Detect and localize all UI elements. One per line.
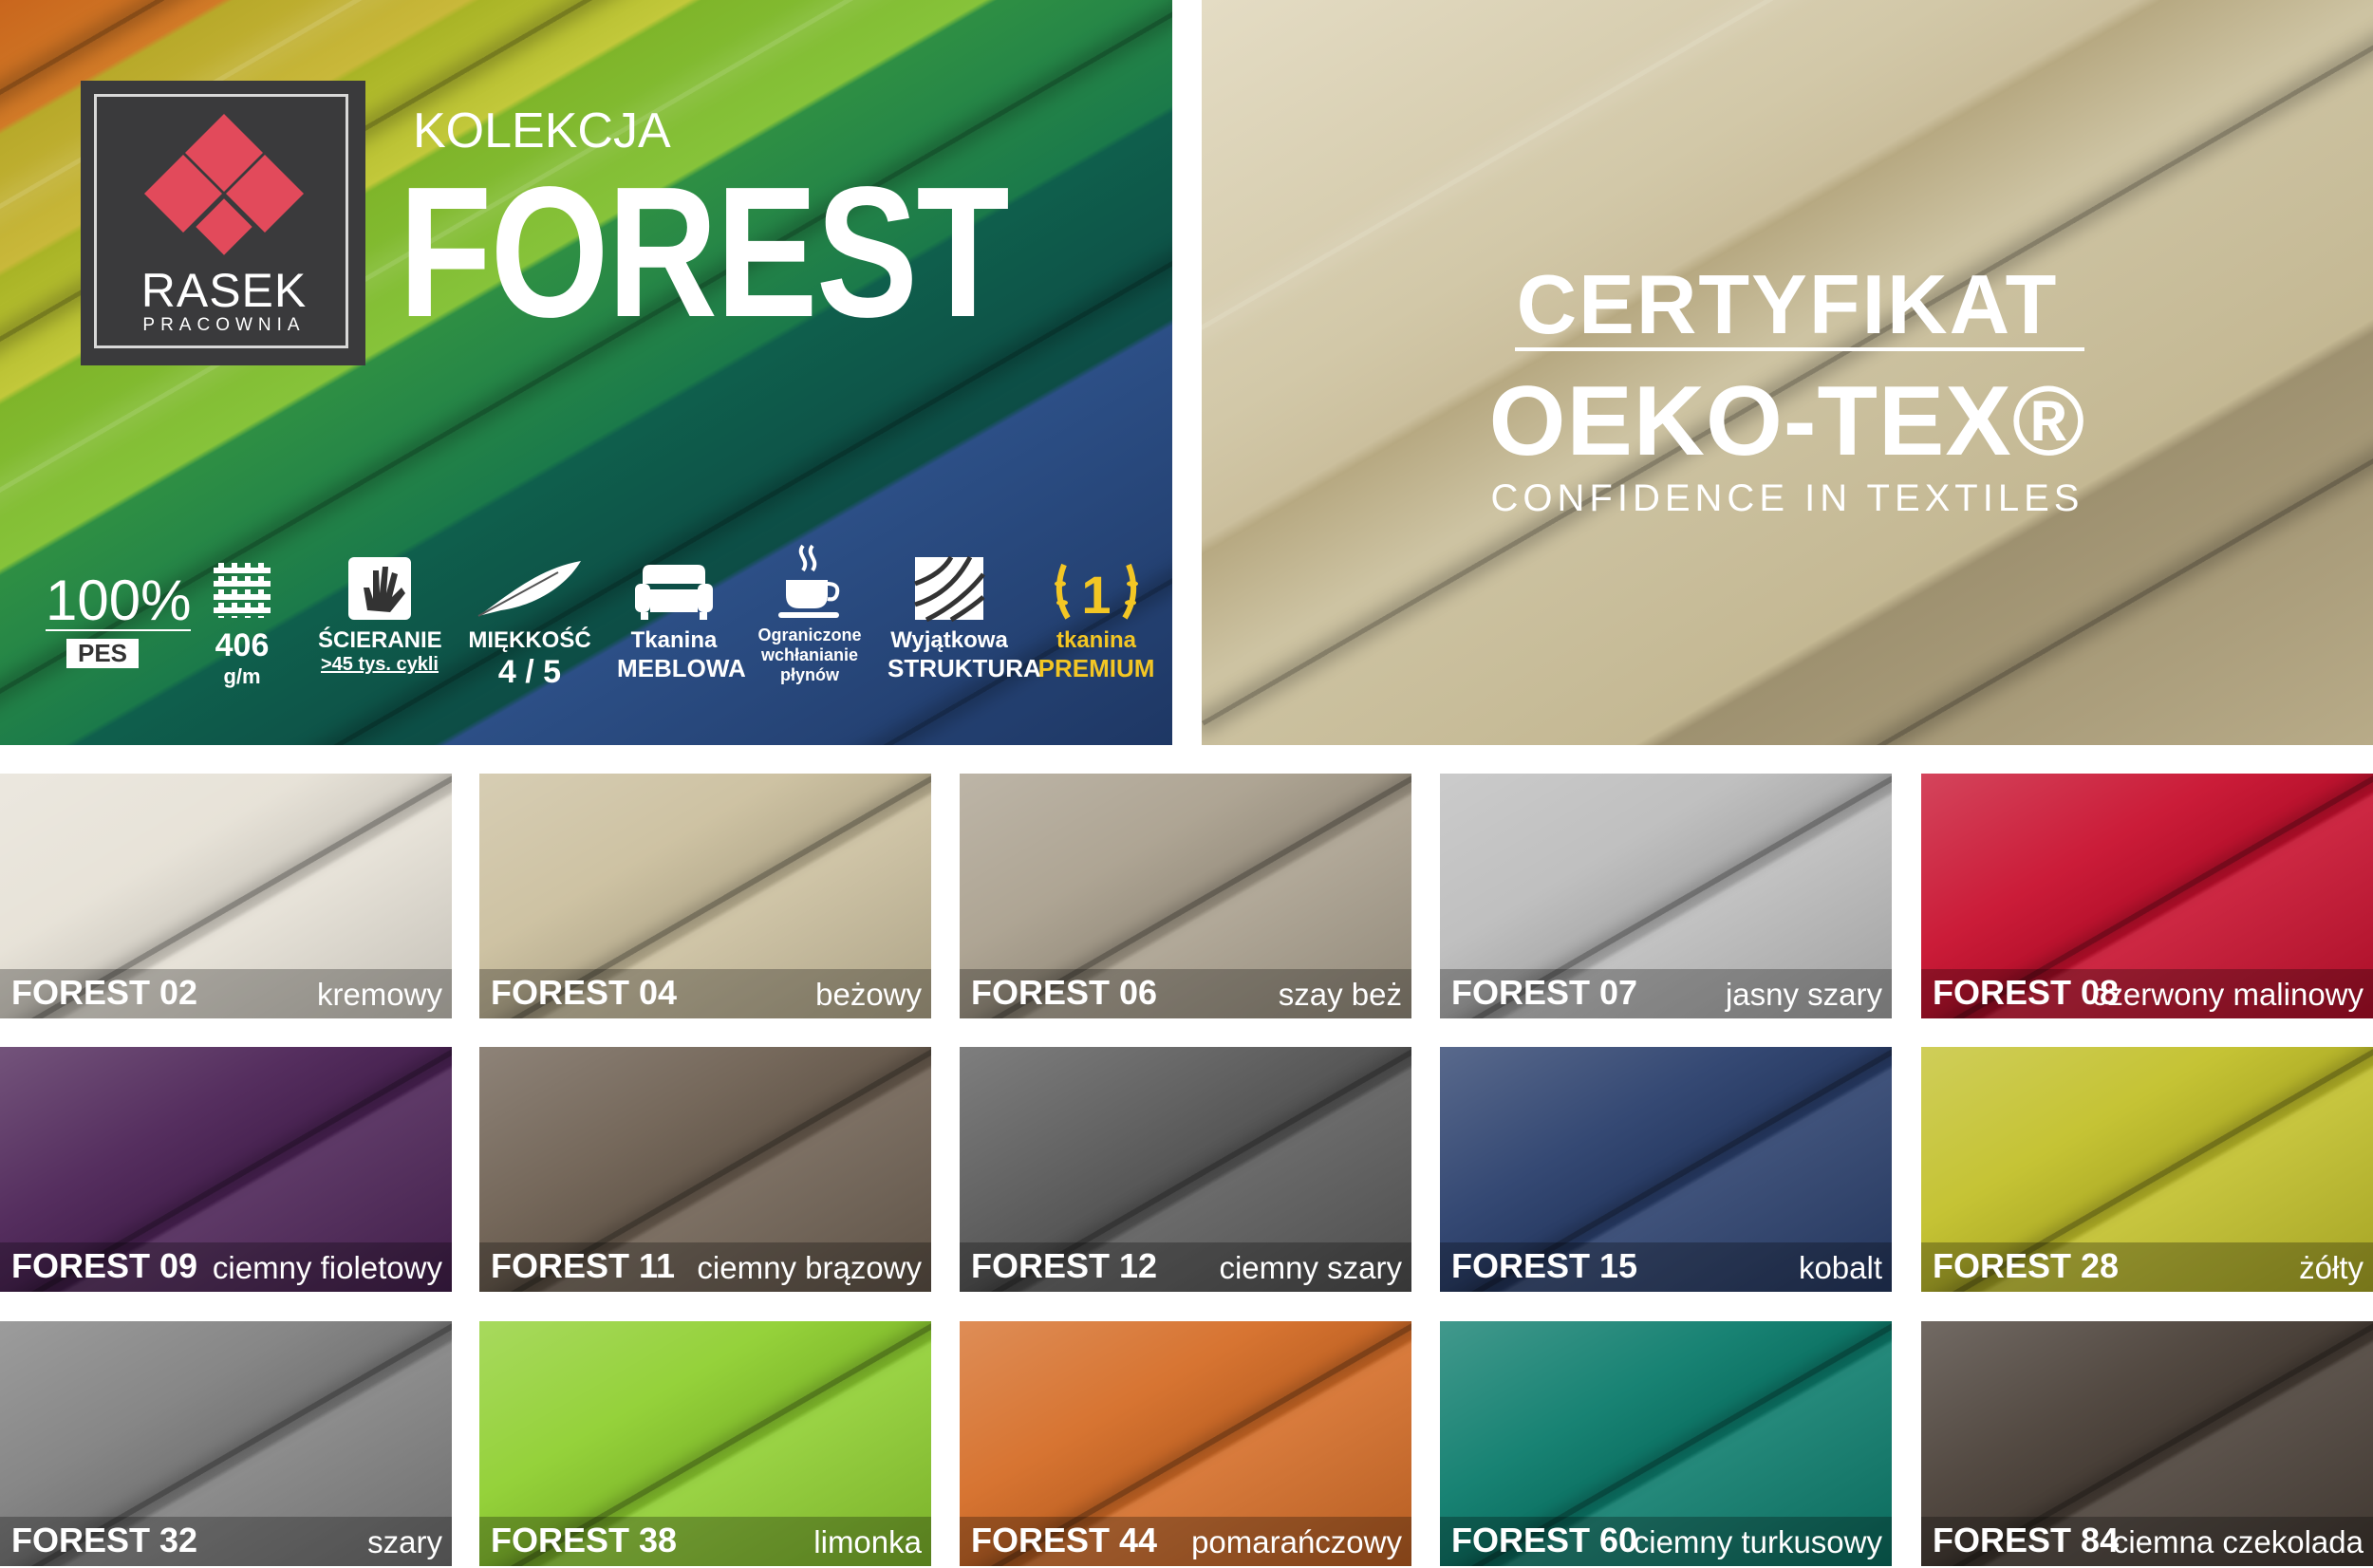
feature-softness-label: MIĘKKOŚĆ (468, 627, 591, 653)
feature-liquid: Ograniczone wchłanianie płynów (753, 544, 867, 685)
swatch-code: FOREST 02 (11, 973, 198, 1012)
swatch-color-name: beżowy (815, 977, 922, 1012)
brand-subtitle: PRACOWNIA (142, 315, 306, 335)
feature-premium-line1: tkanina (1056, 627, 1137, 653)
swatch-code: FOREST 08 (1933, 973, 2120, 1012)
premium-badge-number: 1 (1081, 565, 1112, 625)
feature-structure-line1: Wyjątkowa (890, 627, 1008, 653)
swatch-card[interactable]: FOREST 15 kobalt (1440, 1047, 1892, 1292)
swatch-code: FOREST 12 (971, 1246, 1158, 1285)
certificate-name: OEKO-TEX® (1488, 366, 2086, 476)
swatch-card[interactable]: FOREST 09 ciemny fioletowy (0, 1047, 452, 1292)
swatch-code: FOREST 84 (1933, 1521, 2120, 1559)
swatch-color-name: żółty (2299, 1250, 2364, 1285)
swatch-card[interactable]: FOREST 04 beżowy (479, 774, 931, 1018)
brand-name: RASEK (140, 264, 308, 317)
feature-premium: 1 tkanina PREMIUM (1035, 555, 1158, 683)
feature-liquid-line2: wchłanianie (760, 645, 859, 664)
feature-softness-value: 4 / 5 (497, 654, 562, 690)
swatch-color-name: ciemna czekolada (2112, 1524, 2364, 1559)
swatch-card[interactable]: FOREST 38 limonka (479, 1321, 931, 1566)
swatch-color-name: szay beż (1278, 977, 1402, 1012)
swatch-card[interactable]: FOREST 60 ciemny turkusowy (1440, 1321, 1892, 1566)
swatch-card[interactable]: FOREST 08 czerwony malinowy (1921, 774, 2373, 1018)
swatch-code: FOREST 15 (1451, 1246, 1638, 1285)
feature-weight-unit: g/m (223, 664, 261, 688)
feature-weight: 406 g/m (185, 555, 299, 689)
brand-logo: RASEK PRACOWNIA (81, 81, 365, 365)
swatch-code: FOREST 09 (11, 1246, 198, 1285)
swatch-code: FOREST 07 (1451, 973, 1638, 1012)
feature-furniture-line1: Tkanina (630, 627, 718, 653)
armchair-icon (617, 555, 731, 622)
collection-title: FOREST (399, 148, 1010, 356)
swatch-card[interactable]: FOREST 28 żółty (1921, 1047, 2373, 1292)
feature-furniture: Tkanina MEBLOWA (617, 555, 746, 683)
swatch-card[interactable]: FOREST 07 jasny szary (1440, 774, 1892, 1018)
swatch-code: FOREST 04 (491, 973, 678, 1012)
certificate-divider (1515, 347, 2084, 351)
certificate-hero-image: CERTYFIKAT OEKO-TEX® CONFIDENCE IN TEXTI… (1202, 0, 2373, 745)
feature-abrasion-cycles: >45 tys. cykli (321, 654, 439, 675)
material-badge: PES (65, 639, 140, 668)
swatch-code: FOREST 44 (971, 1521, 1158, 1559)
swatch-color-name: ciemny turkusowy (1633, 1524, 1882, 1559)
swatch-card[interactable]: FOREST 12 ciemny szary (960, 1047, 1411, 1292)
swatch-color-name: czerwony malinowy (2091, 977, 2364, 1012)
swatch-color-name: jasny szary (1725, 977, 1882, 1012)
swatch-code: FOREST 06 (971, 973, 1158, 1012)
swatch-color-name: limonka (813, 1524, 922, 1559)
swatch-code: FOREST 32 (11, 1521, 198, 1559)
swatch-code: FOREST 11 (491, 1246, 676, 1285)
feature-structure-line2: STRUKTURA (888, 654, 1041, 682)
certificate-title: CERTYFIKAT (1516, 257, 2059, 351)
swatch-color-name: kremowy (316, 977, 442, 1012)
swatch-code: FOREST 60 (1451, 1521, 1638, 1559)
feature-premium-line2: PREMIUM (1037, 654, 1155, 682)
swatch-card[interactable]: FOREST 44 pomarańczowy (960, 1321, 1411, 1566)
feature-abrasion-label: ŚCIERANIE (318, 627, 442, 653)
swatch-color-name: pomarańczowy (1191, 1524, 1402, 1559)
swatch-card[interactable]: FOREST 32 szary (0, 1321, 452, 1566)
swatch-color-name: szary (367, 1524, 442, 1559)
swatch-card[interactable]: FOREST 84 ciemna czekolada (1921, 1321, 2373, 1566)
cup-icon (753, 544, 867, 622)
feature-liquid-line3: płynów (780, 665, 839, 684)
swatch-color-name: ciemny fioletowy (212, 1250, 442, 1285)
swatch-color-name: ciemny szary (1219, 1250, 1402, 1285)
swatch-color-name: kobalt (1798, 1250, 1882, 1285)
weave-icon (185, 555, 299, 622)
swatch-code: FOREST 28 (1933, 1246, 2120, 1285)
logo-frame: RASEK PRACOWNIA (94, 94, 348, 348)
hand-icon (318, 555, 441, 622)
feature-material: 100% PES (46, 555, 192, 668)
feature-furniture-line2: MEBLOWA (617, 654, 746, 682)
collection-hero-image: RASEK PRACOWNIA KOLEKCJA FOREST 100% PES… (0, 0, 1172, 745)
certificate-tagline: CONFIDENCE IN TEXTILES (1490, 477, 2084, 519)
swatch-code: FOREST 38 (491, 1521, 678, 1559)
swatch-card[interactable]: FOREST 11 ciemny brązowy (479, 1047, 931, 1292)
feature-liquid-line1: Ograniczone (757, 625, 862, 644)
feature-abrasion: ŚCIERANIE >45 tys. cykli (318, 555, 442, 676)
feature-weight-value: 406 (215, 627, 270, 663)
swatch-color-name: ciemny brązowy (697, 1250, 922, 1285)
feature-softness: MIĘKKOŚĆ 4 / 5 (468, 555, 591, 691)
material-percent: 100% (46, 569, 192, 632)
swatch-card[interactable]: FOREST 02 kremowy (0, 774, 452, 1018)
texture-icon (888, 555, 1011, 622)
feather-icon (468, 555, 591, 622)
swatch-card[interactable]: FOREST 06 szay beż (960, 774, 1411, 1018)
feature-structure: Wyjątkowa STRUKTURA (888, 555, 1041, 683)
premium-laurel-icon: 1 (1035, 555, 1158, 622)
